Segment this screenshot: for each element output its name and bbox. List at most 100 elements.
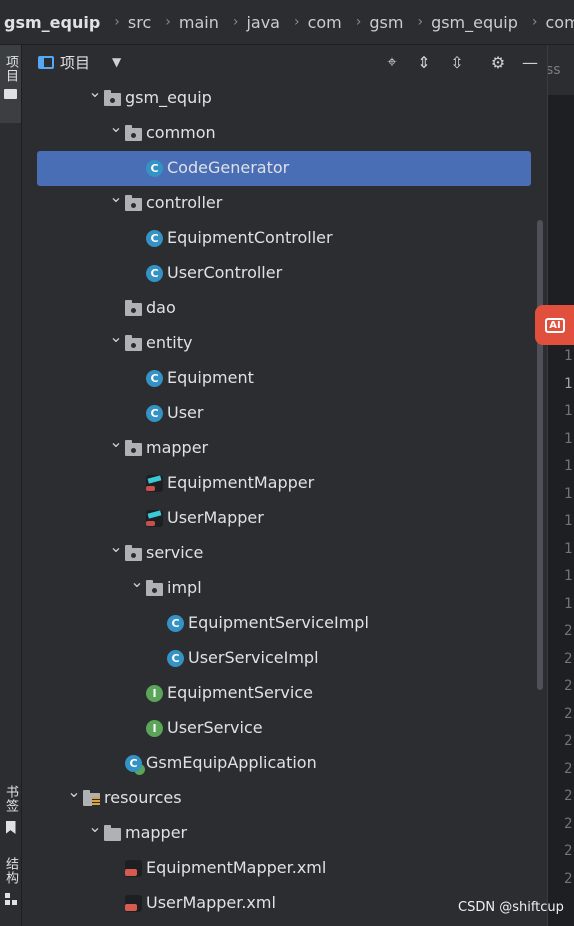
line-number: 1 (564, 458, 573, 474)
class-icon: C (167, 615, 184, 632)
breadcrumb: gsm_equip › src › main › java › com › gsm › gsm_equi… (0, 0, 574, 45)
left-tool-strip: 项目 书签 结构 (0, 45, 22, 926)
breadcrumb-item[interactable]: gsm_equip (0, 13, 104, 32)
tree-row[interactable]: ⌄ mapper (22, 431, 546, 466)
tree-row[interactable]: UserMapper (22, 501, 546, 536)
tree-row-label: UserMapper.xml (146, 893, 276, 912)
tree-row[interactable]: C User (22, 396, 546, 431)
interface-icon: I (146, 720, 163, 737)
tree-row[interactable]: C UserServiceImpl (22, 641, 546, 676)
breadcrumb-item[interactable]: gsm_equip (427, 13, 522, 32)
line-number: 1 (564, 513, 573, 529)
chevron-down-icon[interactable]: ⌄ (109, 119, 123, 135)
package-icon (146, 580, 163, 596)
tree-row[interactable]: ⌄ service (22, 536, 546, 571)
line-number: 2 (564, 678, 573, 694)
expand-all-icon[interactable]: ⇕ (414, 52, 434, 72)
minimize-icon[interactable]: — (520, 52, 540, 72)
tree-row[interactable]: ⌄ gsm_equip (22, 81, 546, 116)
breadcrumb-item[interactable]: com (304, 13, 346, 32)
tree-row[interactable]: I EquipmentService (22, 676, 546, 711)
line-number: 1 (564, 485, 573, 502)
tree-row-label: mapper (146, 438, 209, 457)
chevron-right-icon: › (531, 14, 538, 30)
tree-row-label: GsmEquipApplication (146, 753, 317, 772)
breadcrumb-item[interactable]: java (242, 13, 284, 32)
line-number: 1 (564, 375, 573, 392)
tool-tab-structure[interactable]: 结构 (0, 857, 21, 905)
chevron-down-icon[interactable]: ⌄ (109, 539, 123, 555)
tool-tab-bookmarks[interactable]: 书签 (0, 785, 21, 834)
chevron-down-icon[interactable]: ⌄ (67, 784, 81, 800)
tree-row-label: UserServiceImpl (188, 648, 319, 667)
breadcrumb-item[interactable]: src (124, 13, 155, 32)
tree-row-label: EquipmentServiceImpl (188, 613, 369, 632)
tree-row[interactable]: I UserService (22, 711, 546, 746)
tree-scrollbar[interactable] (537, 220, 543, 690)
tool-tab-project[interactable]: 项目 (0, 45, 21, 123)
watermark: CSDN @shiftcup (458, 900, 564, 915)
tool-tab-bookmarks-label: 书签 (3, 785, 18, 813)
tree-row[interactable]: dao (22, 291, 546, 326)
line-number: 1 (564, 568, 573, 584)
class-icon: C (146, 230, 163, 247)
tree-row[interactable]: EquipmentMapper.xml (22, 851, 546, 886)
package-icon (125, 300, 142, 316)
line-number: 2 (564, 815, 573, 832)
chevron-down-icon[interactable]: ⌄ (109, 329, 123, 345)
package-icon (125, 125, 142, 141)
tree-row[interactable]: C UserController (22, 256, 546, 291)
ai-assistant-button[interactable]: AI (535, 305, 574, 345)
panel-title[interactable]: 项目 (60, 52, 90, 73)
chevron-down-icon[interactable]: ⌄ (88, 819, 102, 835)
editor-tab[interactable]: ss (548, 45, 574, 95)
locate-icon[interactable]: ⌖ (382, 52, 402, 72)
class-icon: C (146, 405, 163, 422)
tree-row[interactable]: C EquipmentServiceImpl (22, 606, 546, 641)
tree-row-label: resources (104, 788, 182, 807)
chevron-down-icon[interactable]: ⌄ (88, 84, 102, 100)
class-icon: C (146, 265, 163, 282)
package-icon (125, 440, 142, 456)
package-icon (104, 90, 121, 106)
mybatis-mapper-icon (146, 475, 163, 492)
line-number: 2 (564, 733, 573, 749)
mybatis-mapper-icon (146, 510, 163, 527)
chevron-down-icon[interactable]: ⌄ (109, 189, 123, 205)
chevron-down-icon[interactable]: ⌄ (130, 574, 144, 590)
tree-row-label: EquipmentMapper.xml (146, 858, 327, 877)
tree-row-label: service (146, 543, 204, 562)
breadcrumb-item[interactable]: gsm (365, 13, 407, 32)
package-icon (125, 335, 142, 351)
tree-row[interactable]: ⌄ controller (22, 186, 546, 221)
tree-row[interactable]: ⌄ common (22, 116, 546, 151)
gear-icon[interactable]: ⚙ (488, 52, 508, 72)
class-icon: C (146, 370, 163, 387)
tree-row[interactable]: C GsmEquipApplication (22, 746, 546, 781)
collapse-all-icon[interactable]: ⇳ (447, 52, 467, 72)
breadcrumb-item[interactable]: com (542, 13, 574, 32)
chevron-right-icon: › (293, 14, 300, 30)
tree-row[interactable]: ⌄ mapper (22, 816, 546, 851)
tree-row[interactable]: EquipmentMapper (22, 466, 546, 501)
tree-row-label: impl (167, 578, 202, 597)
panel-layout-icon[interactable] (38, 55, 54, 69)
resources-folder-icon (83, 790, 100, 806)
chevron-down-icon[interactable]: ▼ (112, 55, 121, 69)
line-number: 1 (564, 403, 573, 419)
tree-row[interactable]: ⌄ impl (22, 571, 546, 606)
chevron-down-icon[interactable]: ⌄ (109, 434, 123, 450)
tree-row[interactable]: ⌄ resources (22, 781, 546, 816)
tree-row-label: EquipmentService (167, 683, 313, 702)
tree-row[interactable]: C Equipment (22, 361, 546, 396)
tree-row-label: gsm_equip (125, 88, 212, 107)
breadcrumb-item[interactable]: main (175, 13, 223, 32)
folder-icon (104, 825, 121, 841)
tree-row-label: UserMapper (167, 508, 264, 527)
tree-row[interactable]: C EquipmentController (22, 221, 546, 256)
tree-row[interactable]: C CodeGenerator (22, 151, 546, 186)
tool-tab-structure-label: 结构 (3, 857, 18, 885)
line-number: 2 (564, 650, 573, 667)
line-number: 2 (564, 623, 573, 639)
tree-row[interactable]: ⌄ entity (22, 326, 546, 361)
